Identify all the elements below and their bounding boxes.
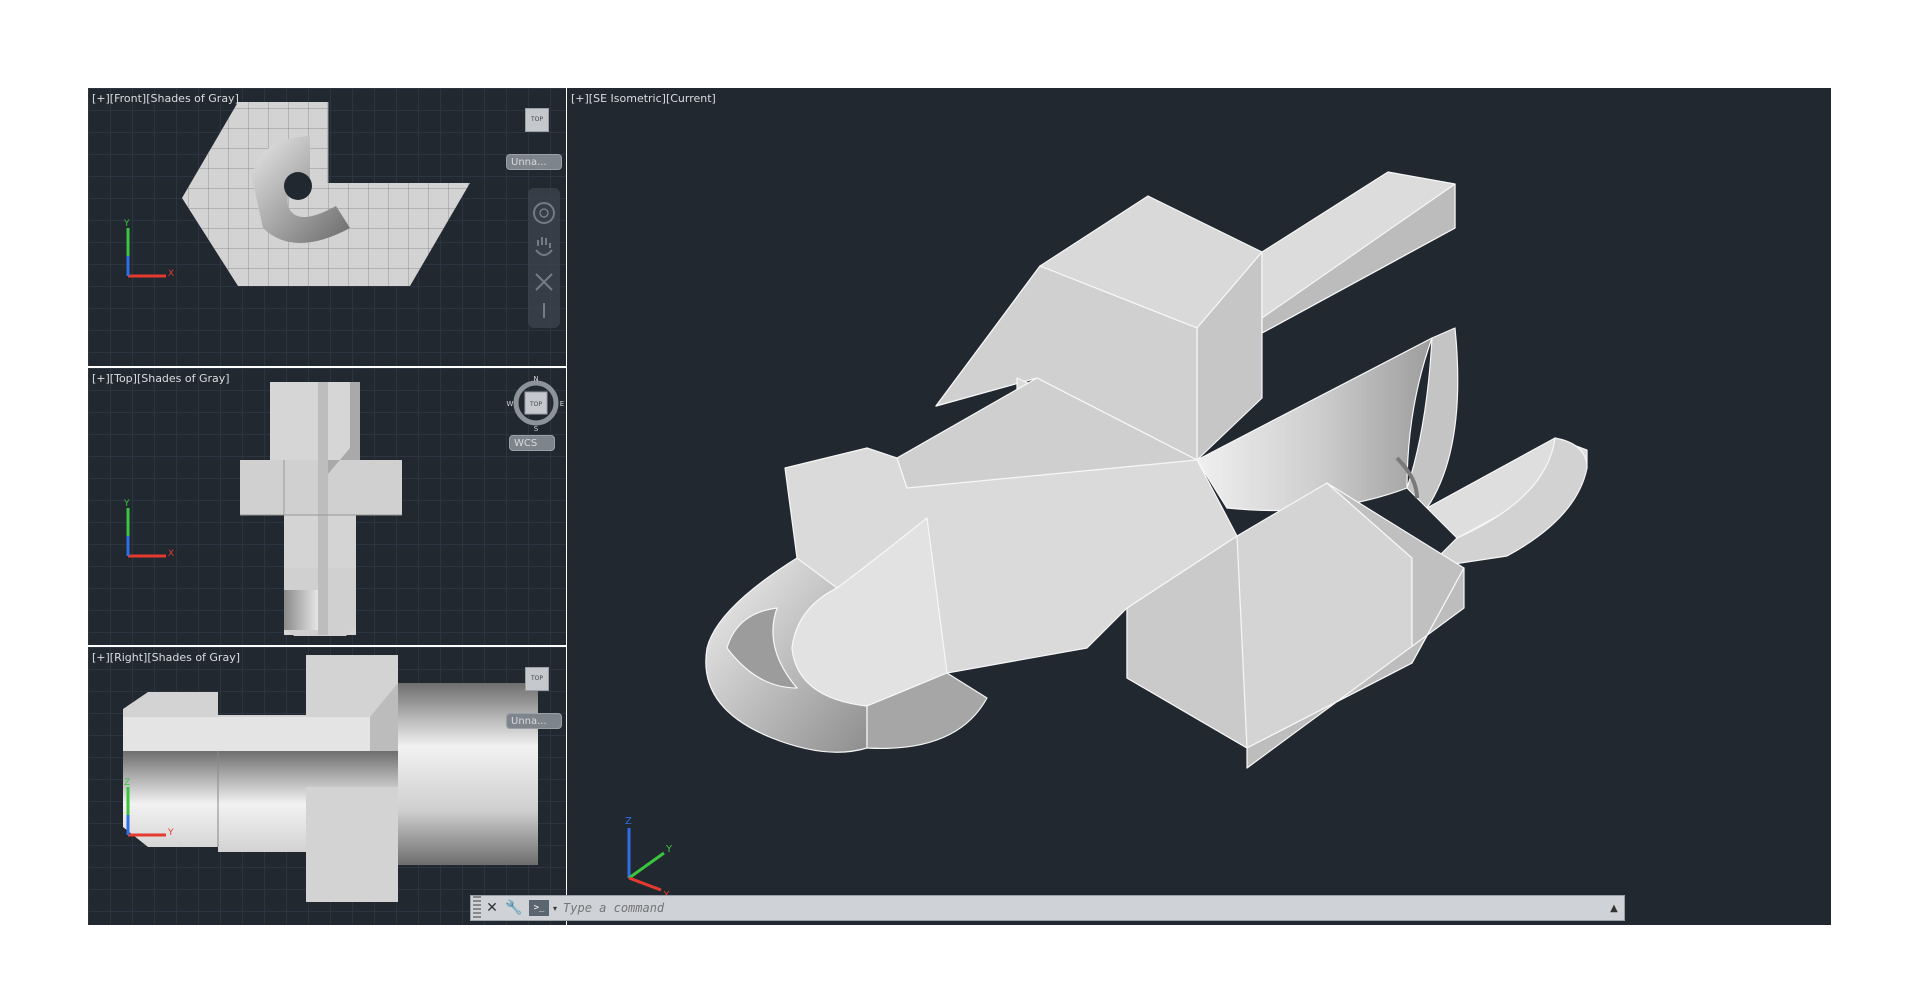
svg-text:Y: Y xyxy=(167,828,174,838)
svg-text:N: N xyxy=(533,375,538,383)
svg-text:X: X xyxy=(168,549,174,559)
close-icon[interactable]: ✕ xyxy=(481,897,503,919)
viewcube-compass[interactable]: TOP N S E W xyxy=(506,373,566,433)
named-view-dropdown[interactable]: Unna... xyxy=(506,713,562,729)
ucs-dropdown[interactable]: WCS xyxy=(509,435,555,451)
ucs-icon-right: Z Y xyxy=(124,778,174,838)
command-prompt-icon[interactable]: >_ xyxy=(529,900,549,916)
pan-icon xyxy=(535,237,553,256)
ucs-icon-top: Y X xyxy=(123,499,174,559)
viewcube[interactable]: TOP xyxy=(525,108,549,132)
svg-text:Z: Z xyxy=(625,816,632,827)
ucs-icon-front: Y X xyxy=(123,219,174,279)
ucs-icon-iso: Z Y X xyxy=(625,816,673,898)
wrench-icon[interactable]: 🔧 xyxy=(503,897,525,919)
chevron-up-icon[interactable]: ▲ xyxy=(1604,903,1624,914)
viewport-label-top[interactable]: [+][Top][Shades of Gray] xyxy=(92,372,230,385)
viewport-right[interactable]: [+][Right][Shades of Gray] Z Y TOP Unna.… xyxy=(88,647,566,925)
svg-text:E: E xyxy=(560,400,564,408)
viewport-label-front[interactable]: [+][Front][Shades of Gray] xyxy=(92,92,239,105)
svg-text:S: S xyxy=(534,425,539,433)
svg-text:W: W xyxy=(507,400,514,408)
chevron-down-icon[interactable]: ▾ xyxy=(553,904,557,913)
svg-text:Y: Y xyxy=(665,844,673,855)
zoom-extents-icon xyxy=(535,273,553,291)
named-view-dropdown[interactable]: Unna... xyxy=(506,154,562,170)
command-line[interactable]: ✕ 🔧 >_ ▾ ▲ xyxy=(470,895,1625,921)
isometric-model xyxy=(705,171,1588,769)
svg-text:Z: Z xyxy=(124,778,130,788)
viewport-top[interactable]: [+][Top][Shades of Gray] Y X TOP N S E W… xyxy=(88,368,566,645)
command-input[interactable] xyxy=(561,897,1604,919)
viewport-label-right[interactable]: [+][Right][Shades of Gray] xyxy=(92,651,240,664)
svg-text:TOP: TOP xyxy=(529,401,542,408)
navigation-bar[interactable] xyxy=(528,188,560,328)
viewport-label-iso[interactable]: [+][SE Isometric][Current] xyxy=(571,92,716,105)
steering-wheel-icon[interactable] xyxy=(528,188,560,328)
viewcube[interactable]: TOP xyxy=(525,667,549,691)
command-line-grip[interactable] xyxy=(473,896,481,920)
viewport-se-isometric[interactable]: [+][SE Isometric][Current] Z Y X xyxy=(567,88,1831,925)
svg-text:X: X xyxy=(168,269,174,279)
viewport-front[interactable]: [+][Front][Shades of Gray] Y X TOP Unna.… xyxy=(88,88,566,366)
svg-text:Y: Y xyxy=(123,219,130,229)
svg-text:Y: Y xyxy=(123,499,130,509)
